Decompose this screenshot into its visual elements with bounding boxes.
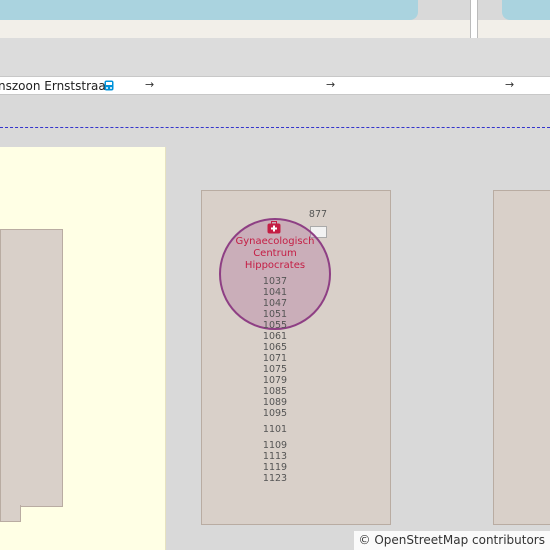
house-number: 1085 — [262, 386, 288, 397]
house-number-1101: 1101 — [262, 424, 288, 435]
attribution-text[interactable]: © OpenStreetMap contributors — [359, 533, 545, 547]
house-number: 1071 — [262, 353, 288, 364]
house-number: 1079 — [262, 375, 288, 386]
poi-name-line-2: Centrum — [253, 248, 297, 259]
one-way-arrow-2: → — [326, 78, 336, 91]
service-road — [0, 38, 550, 78]
medical-cross-icon[interactable] — [267, 219, 281, 234]
house-number-877: 877 — [308, 209, 328, 220]
house-number: 1051 — [262, 309, 288, 320]
building-left-notch — [0, 505, 21, 522]
house-number: 1095 — [262, 408, 288, 419]
house-number: 1041 — [262, 287, 288, 298]
house-number: 1055 — [262, 320, 288, 331]
water-area-right — [502, 0, 550, 20]
one-way-arrow-3: → — [505, 78, 515, 91]
water-area-left — [0, 0, 418, 20]
house-number: 1075 — [262, 364, 288, 375]
house-number: 1037 — [262, 276, 288, 287]
house-number: 1047 — [262, 298, 288, 309]
house-number: 1061 — [262, 331, 288, 342]
house-number: 1113 — [262, 451, 288, 462]
house-number-column-lower: 1109 1113 1119 1123 — [255, 440, 295, 484]
building-right — [493, 190, 550, 525]
poi-name-line-1: Gynaecologisch — [235, 236, 315, 247]
street-name-label: nszoon Ernststraat — [0, 79, 111, 93]
one-way-arrow-1: → — [145, 78, 155, 91]
building-left — [0, 229, 63, 507]
poi-name-line-3: Hippocrates — [244, 260, 306, 271]
house-number: 1109 — [262, 440, 288, 451]
house-number: 1065 — [262, 342, 288, 353]
house-number: 1123 — [262, 473, 288, 484]
quay-left — [0, 20, 470, 38]
attribution-label[interactable]: © OpenStreetMap contributors — [353, 531, 550, 550]
house-number: 1089 — [262, 397, 288, 408]
quay-right — [476, 20, 550, 38]
map-canvas[interactable]: nszoon Ernststraat → → → Gynaecologisch … — [0, 0, 550, 550]
house-number-column: 1037 1041 1047 1051 1055 1061 1065 1071 … — [255, 276, 295, 419]
poi-name-label[interactable]: Gynaecologisch Centrum Hippocrates — [225, 236, 325, 272]
admin-boundary-line — [0, 127, 550, 128]
bus-stop-icon[interactable] — [104, 76, 114, 91]
house-number: 1119 — [262, 462, 288, 473]
